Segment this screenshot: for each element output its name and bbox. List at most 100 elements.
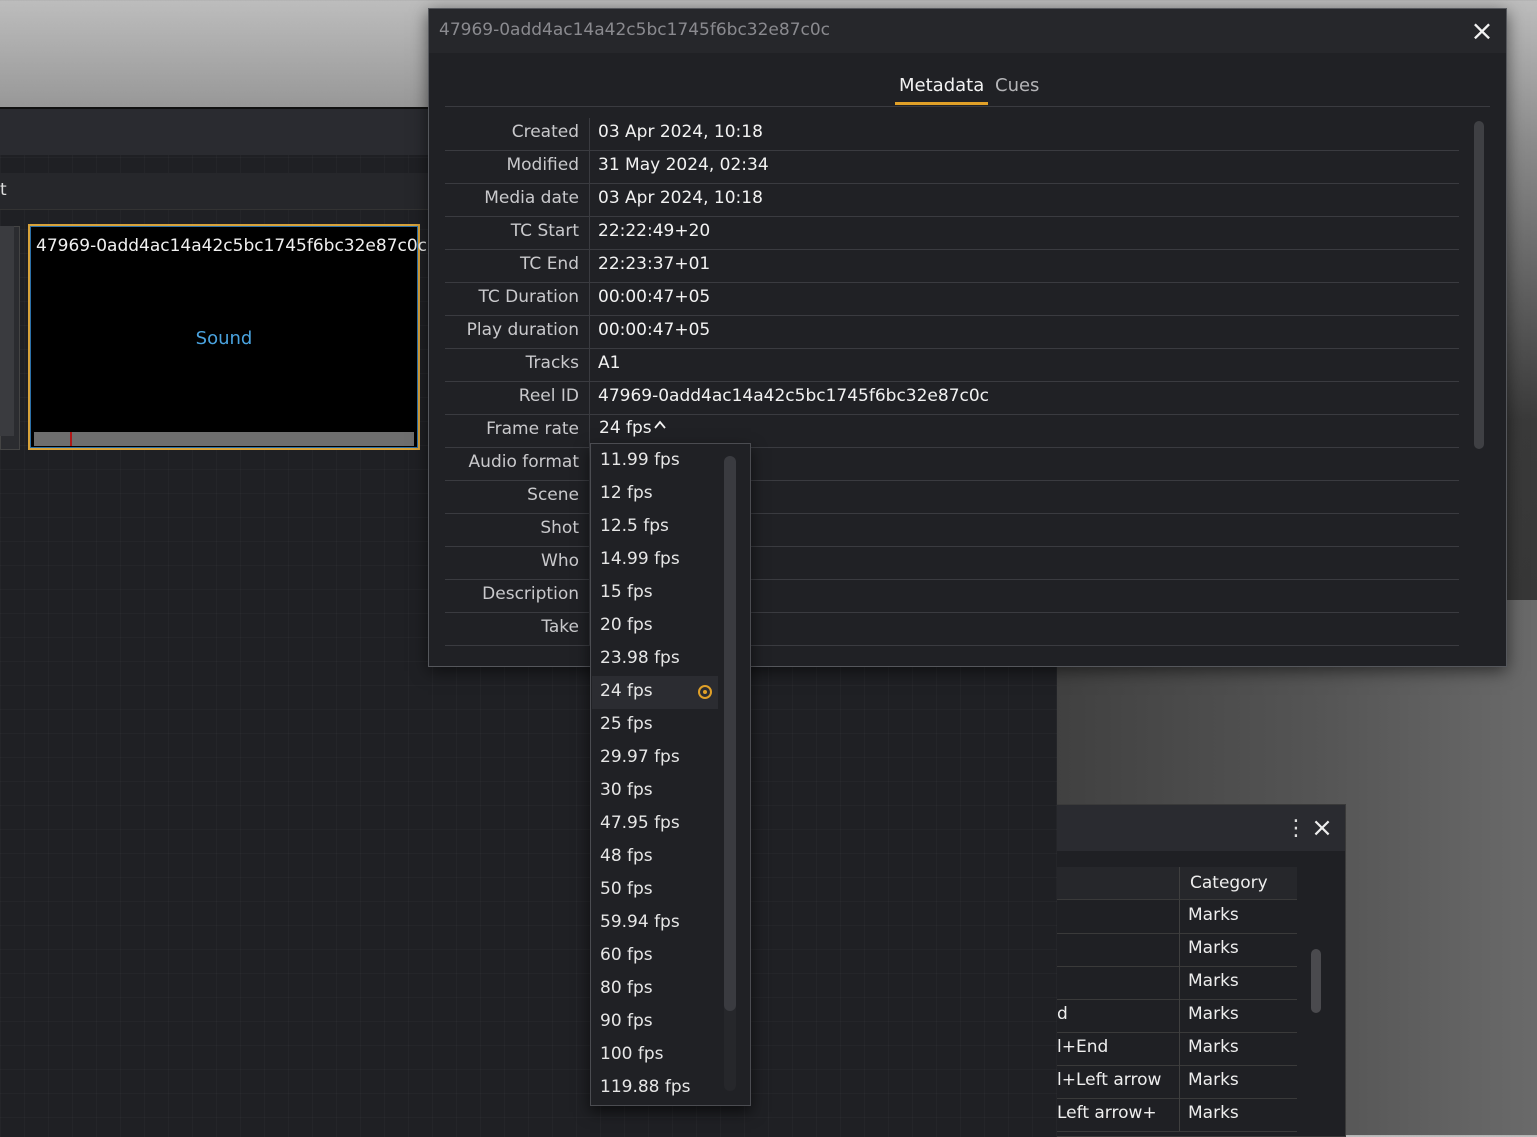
table-row[interactable]: Marks [1057,966,1297,1000]
field-row-play-duration: Play duration 00:00:47+05 [445,316,1459,349]
field-value[interactable]: 22:23:37+01 [598,254,710,274]
radio-selected-icon [698,685,712,699]
field-label: Tracks [525,353,579,373]
shortcut-cell: +Left arrow [1057,1103,1157,1123]
field-row-created: Created 03 Apr 2024, 10:18 [445,118,1459,151]
frame-rate-select[interactable]: 24 fps [591,414,749,446]
frame-rate-option[interactable]: 25 fps [592,709,718,742]
field-value[interactable]: 31 May 2024, 02:34 [598,155,769,175]
option-label: 100 fps [600,1044,664,1064]
clip-type-label: Sound [195,328,253,349]
frame-rate-option[interactable]: 29.97 fps [592,742,718,775]
frame-rate-option[interactable]: 59.94 fps [592,907,718,940]
column-divider [589,283,590,315]
field-value[interactable]: 03 Apr 2024, 10:18 [598,122,763,142]
field-label: Frame rate [486,419,579,439]
option-label: 25 fps [600,714,653,734]
close-icon[interactable]: × [1309,815,1335,841]
option-label: 48 fps [600,846,653,866]
dialog-title-bar[interactable]: 47969-0add4ac14a42c5bc1745f6bc32e87c0c × [429,9,1506,53]
frame-rate-option[interactable]: 80 fps [592,973,718,1006]
field-value[interactable]: 22:22:49+20 [598,221,710,241]
option-label: 119.88 fps [600,1077,691,1097]
frame-rate-option[interactable]: 119.88 fps [592,1072,718,1105]
option-label: 12 fps [600,483,653,503]
frame-rate-option[interactable]: 90 fps [592,1006,718,1039]
field-label: Media date [484,188,579,208]
field-label: Scene [527,485,579,505]
table-row[interactable]: +Left arrow Marks [1057,1098,1297,1132]
frame-rate-option[interactable]: 100 fps [592,1039,718,1072]
table-row[interactable]: l+End Marks [1057,1032,1297,1066]
field-value[interactable]: 47969-0add4ac14a42c5bc1745f6bc32e87c0c [598,386,989,406]
dialog-title: 47969-0add4ac14a42c5bc1745f6bc32e87c0c [439,20,831,40]
option-label: 29.97 fps [600,747,680,767]
clip-thumbnail[interactable]: 47969-0add4ac14a42c5bc1745f6bc32e87c0c. … [28,224,432,450]
clip-thumbnail-partial-inner [0,226,14,436]
column-divider [1179,1065,1180,1098]
shortcuts-panel-header: ⋮ × [1057,805,1345,851]
dropdown-scroll-thumb[interactable] [724,456,736,1011]
frame-rate-option[interactable]: 12 fps [592,478,718,511]
close-icon[interactable]: × [1468,17,1496,45]
field-value[interactable]: A1 [598,353,620,373]
frame-rate-option[interactable]: 12.5 fps [592,511,718,544]
column-divider [589,382,590,414]
tab-cues[interactable]: Cues [991,75,1043,102]
column-divider [589,316,590,348]
frame-rate-option[interactable]: 48 fps [592,841,718,874]
option-label: 80 fps [600,978,653,998]
frame-rate-option[interactable]: 11.99 fps [592,445,718,478]
frame-rate-option[interactable]: 20 fps [592,610,718,643]
frame-rate-option[interactable]: 50 fps [592,874,718,907]
frame-rate-option[interactable]: 14.99 fps [592,544,718,577]
field-label: Created [511,122,579,142]
field-label: Description [482,584,579,604]
option-label: 15 fps [600,582,653,602]
column-divider [1179,1032,1180,1065]
category-cell: Marks [1188,1037,1239,1057]
table-row[interactable]: Marks [1057,933,1297,967]
more-options-icon[interactable]: ⋮ [1285,817,1307,841]
clip-title: 47969-0add4ac14a42c5bc1745f6bc32e87c0c. [36,236,433,256]
field-value[interactable]: 00:00:47+05 [598,320,710,340]
frame-rate-option[interactable]: 47.95 fps [592,808,718,841]
frame-rate-selected-value: 24 fps [599,418,652,438]
table-row[interactable]: d Marks [1057,999,1297,1033]
table-row[interactable]: l+Left arrow Marks [1057,1065,1297,1099]
field-label: Shot [540,518,579,538]
tab-metadata[interactable]: Metadata [895,75,989,105]
dialog-scrollbar[interactable] [1474,121,1484,449]
column-divider [1179,933,1180,966]
category-cell: Marks [1188,1103,1239,1123]
field-value[interactable]: 03 Apr 2024, 10:18 [598,188,763,208]
shortcuts-scrollbar[interactable] [1311,949,1321,1013]
clip-scrub-bar[interactable] [34,432,414,446]
clip-playhead-marker[interactable] [70,432,72,446]
chevron-up-icon [653,418,667,436]
category-cell: Marks [1188,1070,1239,1090]
field-label: Take [541,617,579,637]
category-cell: Marks [1188,938,1239,958]
column-divider [589,250,590,282]
field-row-tracks: Tracks A1 [445,349,1459,382]
frame-rate-option[interactable]: 30 fps [592,775,718,808]
table-row[interactable]: Marks [1057,900,1297,934]
frame-rate-dropdown: 11.99 fps 12 fps 12.5 fps 14.99 fps 15 f… [590,443,751,1106]
option-label: 30 fps [600,780,653,800]
field-label: TC End [520,254,579,274]
frame-rate-option[interactable]: 60 fps [592,940,718,973]
field-value[interactable]: 00:00:47+05 [598,287,710,307]
category-cell: Marks [1188,905,1239,925]
option-label: 59.94 fps [600,912,680,932]
option-label: 11.99 fps [600,450,680,470]
frame-rate-option[interactable]: 15 fps [592,577,718,610]
frame-rate-option[interactable]: 23.98 fps [592,643,718,676]
field-label: Audio format [468,452,579,472]
column-header-category[interactable]: Category [1190,873,1268,893]
column-divider [589,184,590,216]
field-row-reel-id: Reel ID 47969-0add4ac14a42c5bc1745f6bc32e… [445,382,1459,415]
frame-rate-option-selected[interactable]: 24 fps [592,676,718,709]
column-divider [1179,900,1180,933]
column-divider [589,217,590,249]
